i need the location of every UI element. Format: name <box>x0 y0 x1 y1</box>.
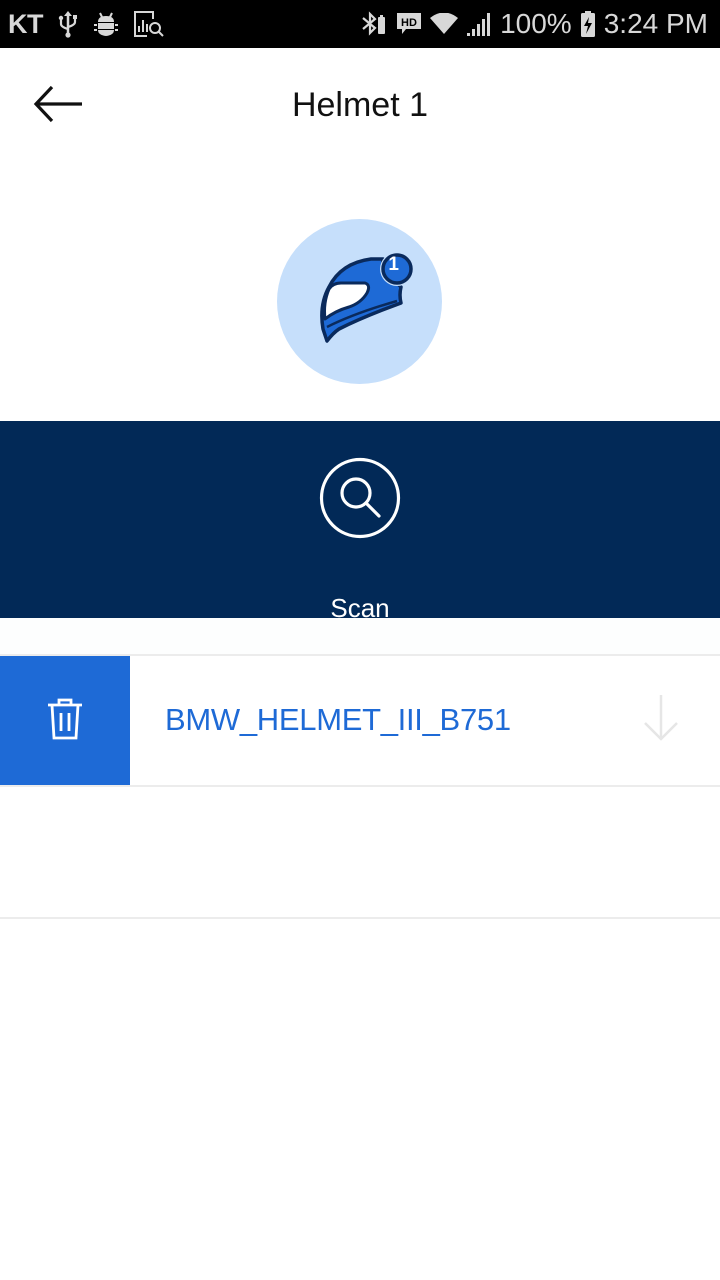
battery-charging-icon <box>580 10 596 38</box>
status-bar-left: KT <box>8 0 165 48</box>
app-header: Helmet 1 <box>0 48 720 164</box>
status-bar-right: HD 100% 3:24 PM <box>360 0 708 48</box>
divider <box>0 917 720 919</box>
empty-list-row <box>0 787 720 917</box>
page-title: Helmet 1 <box>291 86 429 124</box>
scan-banner: Scan <box>0 421 720 623</box>
signal-icon <box>466 11 492 37</box>
trash-icon <box>47 698 83 745</box>
device-list-item[interactable]: BMW_HELMET_III_B751 <box>0 656 720 786</box>
usb-icon <box>57 10 79 38</box>
android-debug-icon <box>93 11 119 37</box>
status-bar: KT HD 100% 3:24 PM <box>0 0 720 48</box>
scan-button[interactable]: Scan <box>300 451 420 623</box>
download-button[interactable] <box>636 692 686 748</box>
helmet-badge-number: 1 <box>388 254 399 275</box>
clock: 3:24 PM <box>603 8 708 39</box>
svg-text:HD: HD <box>401 17 417 29</box>
wifi-icon <box>430 13 459 35</box>
battery-percent: 100% <box>500 8 572 39</box>
helmet-avatar: 1 <box>277 219 442 384</box>
data-analysis-icon <box>133 10 165 38</box>
spacer-strip <box>0 618 720 655</box>
device-name[interactable]: BMW_HELMET_III_B751 <box>165 702 511 738</box>
delete-button[interactable] <box>0 656 130 786</box>
search-icon <box>319 457 401 539</box>
arrow-down-icon <box>641 693 681 748</box>
hd-voice-icon: HD <box>396 11 422 37</box>
carrier-label: KT <box>8 8 44 39</box>
bluetooth-icon <box>360 10 388 38</box>
